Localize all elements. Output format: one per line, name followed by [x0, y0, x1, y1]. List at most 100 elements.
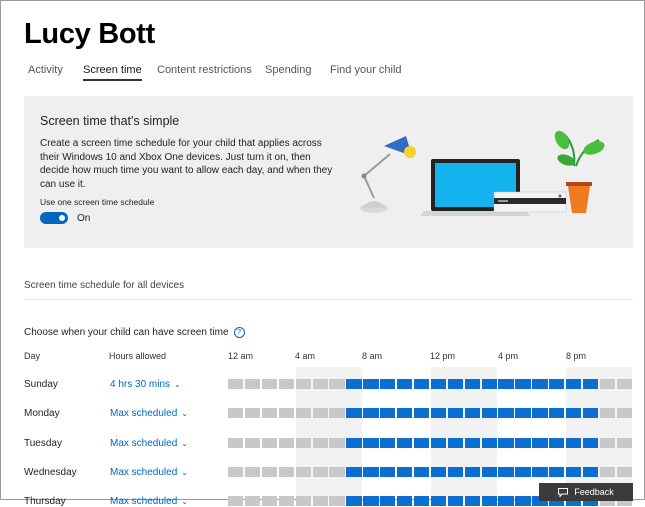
schedule-slot[interactable]	[397, 379, 413, 389]
schedule-slot[interactable]	[549, 438, 565, 448]
schedule-slot[interactable]	[582, 438, 599, 448]
schedule-slot[interactable]	[599, 438, 616, 448]
schedule-slot[interactable]	[261, 467, 278, 477]
schedule-slot[interactable]	[481, 496, 497, 506]
schedule-slot[interactable]	[329, 379, 345, 389]
schedule-slot[interactable]	[515, 438, 531, 448]
schedule-slot[interactable]	[464, 438, 480, 448]
schedule-slot[interactable]	[346, 379, 362, 389]
schedule-slot[interactable]	[312, 408, 328, 418]
schedule-slot[interactable]	[464, 496, 480, 506]
schedule-slot[interactable]	[413, 408, 430, 418]
schedule-slot[interactable]	[430, 438, 447, 448]
schedule-grid[interactable]	[228, 367, 633, 506]
schedule-slot[interactable]	[566, 438, 582, 448]
schedule-slot[interactable]	[363, 438, 379, 448]
schedule-slot[interactable]	[380, 408, 396, 418]
schedule-slot[interactable]	[380, 379, 396, 389]
schedule-slot[interactable]	[498, 408, 514, 418]
schedule-slot[interactable]	[599, 379, 616, 389]
tab-screen-time[interactable]: Screen time	[83, 64, 142, 81]
schedule-slot[interactable]	[447, 438, 464, 448]
screen-time-schedule-toggle[interactable]	[40, 212, 68, 224]
schedule-slot[interactable]	[397, 467, 413, 477]
hours-allowed-wednesday-dropdown[interactable]: Max scheduled ⌄	[110, 467, 188, 478]
schedule-slot[interactable]	[244, 408, 261, 418]
schedule-slot[interactable]	[278, 438, 295, 448]
schedule-slot[interactable]	[481, 408, 497, 418]
schedule-slot[interactable]	[481, 467, 497, 477]
schedule-slot[interactable]	[312, 438, 328, 448]
schedule-slot[interactable]	[532, 379, 548, 389]
schedule-slot[interactable]	[329, 408, 345, 418]
schedule-slot[interactable]	[329, 438, 345, 448]
schedule-slot[interactable]	[346, 496, 362, 506]
schedule-slot[interactable]	[532, 408, 548, 418]
schedule-slot[interactable]	[549, 379, 565, 389]
schedule-slot[interactable]	[616, 408, 633, 418]
schedule-slot[interactable]	[413, 467, 430, 477]
schedule-slot[interactable]	[549, 467, 565, 477]
feedback-button[interactable]: Feedback	[539, 483, 633, 501]
schedule-slot[interactable]	[278, 408, 295, 418]
schedule-slot[interactable]	[261, 408, 278, 418]
tab-spending[interactable]: Spending	[265, 64, 312, 76]
schedule-slot[interactable]	[498, 438, 514, 448]
schedule-slot[interactable]	[498, 496, 514, 506]
schedule-slot[interactable]	[498, 467, 514, 477]
schedule-slot[interactable]	[261, 496, 278, 506]
schedule-slot[interactable]	[413, 438, 430, 448]
schedule-slot[interactable]	[346, 467, 362, 477]
schedule-slot[interactable]	[295, 408, 311, 418]
schedule-slot[interactable]	[228, 496, 244, 506]
schedule-slot[interactable]	[244, 438, 261, 448]
schedule-slot[interactable]	[363, 379, 379, 389]
schedule-slot[interactable]	[397, 496, 413, 506]
schedule-slot[interactable]	[244, 496, 261, 506]
schedule-slot[interactable]	[599, 467, 616, 477]
schedule-slot[interactable]	[447, 496, 464, 506]
schedule-slot[interactable]	[346, 408, 362, 418]
schedule-slot[interactable]	[430, 408, 447, 418]
schedule-slot[interactable]	[312, 379, 328, 389]
schedule-slot[interactable]	[616, 379, 633, 389]
schedule-slot[interactable]	[430, 379, 447, 389]
schedule-slot[interactable]	[515, 379, 531, 389]
schedule-slot[interactable]	[549, 408, 565, 418]
schedule-slot[interactable]	[397, 438, 413, 448]
schedule-slot[interactable]	[380, 467, 396, 477]
schedule-slot[interactable]	[346, 438, 362, 448]
schedule-slot[interactable]	[312, 467, 328, 477]
schedule-slot[interactable]	[295, 496, 311, 506]
schedule-slot[interactable]	[295, 467, 311, 477]
hours-allowed-sunday-dropdown[interactable]: 4 hrs 30 mins ⌄	[110, 379, 181, 390]
schedule-slot[interactable]	[380, 438, 396, 448]
schedule-slot[interactable]	[582, 379, 599, 389]
schedule-slot[interactable]	[566, 467, 582, 477]
schedule-slot[interactable]	[312, 496, 328, 506]
tab-activity[interactable]: Activity	[28, 64, 63, 76]
schedule-slot[interactable]	[228, 467, 244, 477]
schedule-slot[interactable]	[244, 467, 261, 477]
schedule-slot[interactable]	[363, 408, 379, 418]
schedule-slot[interactable]	[278, 467, 295, 477]
hours-allowed-monday-dropdown[interactable]: Max scheduled ⌄	[110, 408, 188, 419]
schedule-slot[interactable]	[498, 379, 514, 389]
schedule-slot[interactable]	[447, 379, 464, 389]
schedule-slot[interactable]	[599, 408, 616, 418]
schedule-slot[interactable]	[295, 438, 311, 448]
schedule-slot[interactable]	[430, 467, 447, 477]
schedule-slot[interactable]	[464, 408, 480, 418]
schedule-slot[interactable]	[430, 496, 447, 506]
schedule-slot[interactable]	[566, 408, 582, 418]
schedule-slot[interactable]	[329, 467, 345, 477]
schedule-slot[interactable]	[413, 379, 430, 389]
schedule-slot[interactable]	[582, 408, 599, 418]
schedule-slot[interactable]	[261, 438, 278, 448]
schedule-slot[interactable]	[616, 438, 633, 448]
schedule-slot[interactable]	[464, 379, 480, 389]
schedule-slot[interactable]	[397, 408, 413, 418]
schedule-slot[interactable]	[228, 438, 244, 448]
hours-allowed-thursday-dropdown[interactable]: Max scheduled ⌄	[110, 496, 188, 507]
schedule-slot[interactable]	[329, 496, 345, 506]
